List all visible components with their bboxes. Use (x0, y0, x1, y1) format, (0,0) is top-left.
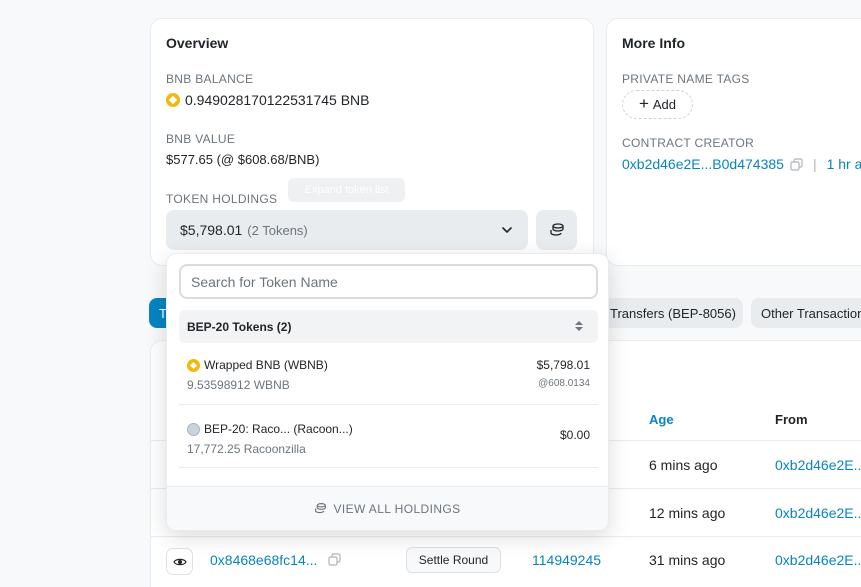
preview-button[interactable] (166, 548, 193, 575)
copy-icon[interactable] (328, 553, 341, 566)
row-3-method-badge: Settle Round (406, 547, 501, 573)
from-column-header: From (775, 412, 808, 427)
creator-address-link[interactable]: 0xb2d46e2E...B0d474385 (622, 156, 784, 172)
row-3-age: 31 mins ago (649, 552, 726, 568)
wbnb-token-icon (187, 358, 200, 372)
token-name: Wrapped BNB (WBNB) (204, 358, 328, 372)
creator-time-link[interactable]: 1 hr a (827, 156, 861, 172)
row-3-block[interactable]: 114949245 (532, 552, 601, 568)
group-title: BEP-20 Tokens (2) (187, 319, 292, 334)
token-rate: @608.0134 (538, 378, 590, 389)
row-divider (150, 536, 861, 537)
token-quantity: 17,772.25 Racoonzilla (187, 442, 306, 456)
view-all-label: VIEW ALL HOLDINGS (333, 501, 461, 516)
row-1-age: 6 mins ago (649, 457, 718, 473)
row-2-age: 12 mins ago (649, 505, 726, 521)
token-name-wrap: Wrapped BNB (WBNB) (187, 358, 328, 372)
row-3-from[interactable]: 0xb2d46e2E... (775, 552, 861, 568)
chevron-down-icon (502, 227, 512, 234)
token-quantity: 9.53598912 WBNB (187, 378, 290, 392)
tooltip: Expand token list (288, 178, 405, 202)
row-2-from[interactable]: 0xb2d46e2E... (775, 505, 861, 521)
token-divider (179, 404, 598, 405)
token-holdings-dropdown[interactable]: $5,798.01 (2 Tokens) (166, 210, 528, 250)
token-usd-value: $0.00 (559, 428, 590, 442)
holdings-value: $5,798.01 (180, 222, 243, 238)
bnb-balance-value: 0.949028170122531745 BNB (185, 92, 370, 108)
coins-icon (315, 503, 327, 514)
bnb-balance: 0.949028170122531745 BNB (166, 92, 370, 108)
age-column-header[interactable]: Age (649, 412, 674, 427)
token-row-racoonzilla[interactable]: BEP-20: Raco... (Racoon...) 17,772.25 Ra… (179, 414, 598, 474)
bnb-value-label: BNB VALUE (166, 132, 236, 146)
sort-icon[interactable] (574, 319, 584, 333)
add-label: Add (652, 97, 677, 112)
private-name-tags-label: PRIVATE NAME TAGS (622, 72, 750, 86)
eye-icon (172, 558, 187, 565)
row-1-from[interactable]: 0xb2d46e2E... (775, 457, 861, 473)
holdings-count: (2 Tokens) (247, 222, 308, 238)
token-name: BEP-20: Raco... (Racoon...) (204, 422, 353, 436)
plus-icon: + (638, 94, 649, 113)
racoon-token-icon (187, 422, 200, 436)
bep20-group-header[interactable]: BEP-20 Tokens (2) (179, 310, 598, 343)
token-search-input[interactable] (179, 264, 598, 299)
token-row-wbnb[interactable]: Wrapped BNB (WBNB) 9.53598912 WBNB $5,79… (179, 350, 598, 410)
tab-bep8056-transfers[interactable]: Transfers (BEP-8056) (600, 298, 743, 328)
copy-icon[interactable] (790, 157, 803, 171)
add-name-tag-button[interactable]: + Add (622, 90, 693, 119)
view-all-holdings-button[interactable]: VIEW ALL HOLDINGS (167, 486, 608, 530)
holdings-wallet-button[interactable] (536, 210, 577, 250)
separator: | (812, 156, 817, 172)
token-name-wrap: BEP-20: Raco... (Racoon...) (187, 422, 353, 436)
token-usd-value: $5,798.01 (536, 358, 590, 372)
bnb-coin-icon (166, 93, 180, 107)
row-3-txhash[interactable]: 0x8468e68fc14... (210, 552, 317, 568)
coins-icon (549, 223, 564, 236)
contract-creator: 0xb2d46e2E...B0d474385 | 1 hr a (622, 156, 861, 172)
overview-title: Overview (166, 35, 229, 51)
contract-creator-label: CONTRACT CREATOR (622, 136, 755, 150)
tab-other-transactions[interactable]: Other Transactions (751, 298, 861, 328)
token-holdings-panel: BEP-20 Tokens (2) Wrapped BNB (WBNB) 9.5… (166, 253, 609, 531)
token-holdings-label: TOKEN HOLDINGS (166, 192, 278, 206)
more-info-title: More Info (622, 35, 685, 51)
bnb-balance-label: BNB BALANCE (166, 72, 254, 86)
token-divider (179, 467, 598, 468)
bnb-value: $577.65 (@ $608.68/BNB) (166, 152, 320, 167)
